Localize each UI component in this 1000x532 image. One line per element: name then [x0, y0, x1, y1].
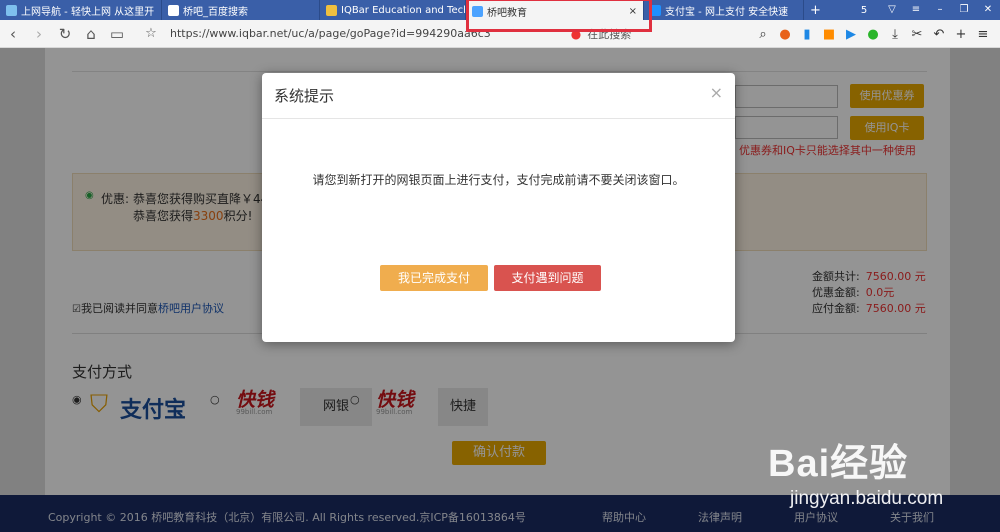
search-engine-icon[interactable]: ● [571, 27, 581, 41]
play-icon[interactable]: ▶ [840, 27, 862, 42]
plus-icon[interactable]: + [950, 27, 972, 42]
browser-tab-bar: 上网导航 - 轻快上网 从这里开 桥吧_百度搜索 IQBar Education… [0, 0, 1000, 22]
restore-icon[interactable]: ❐ [952, 0, 976, 20]
tab-count: 5 [860, 4, 868, 16]
tab-close-icon[interactable]: × [621, 6, 637, 17]
baidu-watermark: Bai经验 [768, 443, 909, 485]
tab-favicon-icon [6, 4, 17, 16]
hamburger-menu-icon[interactable]: ≡ [972, 27, 994, 42]
reload-icon[interactable]: ↻ [52, 25, 78, 43]
tab-qiaoba-active[interactable]: 桥吧教育 × [466, 0, 644, 22]
tab-nav[interactable]: 上网导航 - 轻快上网 从这里开 [0, 0, 162, 20]
payment-problem-button[interactable]: 支付遇到问题 [494, 265, 601, 291]
address-bar[interactable]: https://www.iqbar.net/uc/a/page/goPage?i… [170, 27, 491, 40]
tab-alipay[interactable]: 支付宝 - 网上支付 安全快速 [644, 0, 804, 20]
dialog-close-icon[interactable]: × [710, 83, 723, 102]
undo-icon[interactable]: ↶ [928, 27, 950, 42]
search-input[interactable]: 在此搜索 [587, 26, 631, 42]
tab-iqbar[interactable]: IQBar Education and Tech [320, 0, 466, 20]
system-prompt-dialog: 系统提示 × 请您到新打开的网银页面上进行支付，支付完成前请不要关闭该窗口。 我… [262, 73, 735, 342]
new-tab-button[interactable]: + [810, 3, 821, 18]
tab-baidu-search[interactable]: 桥吧_百度搜索 [162, 0, 320, 20]
video-icon[interactable]: ■ [818, 27, 840, 42]
dialog-message: 请您到新打开的网银页面上进行支付，支付完成前请不要关闭该窗口。 [312, 173, 685, 187]
watermark-url: jingyan.baidu.com [790, 488, 944, 509]
dialog-title: 系统提示 [262, 73, 735, 119]
back-icon[interactable]: ‹ [0, 25, 26, 43]
tab-favicon-icon [326, 4, 337, 16]
payment-done-button[interactable]: 我已完成支付 [380, 265, 488, 291]
close-window-icon[interactable]: ✕ [976, 0, 1000, 20]
tab-favicon-icon [650, 4, 661, 16]
favorite-star-icon[interactable]: ☆ [138, 26, 164, 41]
download-icon[interactable]: ⤓ [884, 27, 906, 42]
tab-favicon-icon [168, 4, 179, 16]
menu-icon[interactable]: ≡ [904, 0, 928, 20]
home-icon[interactable]: ⌂ [78, 25, 104, 43]
minimize-icon[interactable]: – [928, 0, 952, 20]
phone-icon[interactable]: ▮ [796, 27, 818, 42]
browser-toolbar: ⌕ ● ▮ ■ ▶ ● ⤓ ✂ ↶ + ≡ [752, 20, 994, 48]
shirt-icon[interactable]: ▽ [880, 0, 904, 20]
search-icon[interactable]: ⌕ [752, 27, 774, 42]
tab-favicon-icon [472, 5, 483, 17]
scissors-icon[interactable]: ✂ [906, 27, 928, 42]
wechat-icon[interactable]: ● [862, 27, 884, 42]
forward-icon[interactable]: › [26, 25, 52, 43]
window-controls: ▽ ≡ – ❐ ✕ [880, 0, 1000, 20]
reader-icon[interactable]: ▭ [104, 25, 130, 43]
game-icon[interactable]: ● [774, 27, 796, 42]
